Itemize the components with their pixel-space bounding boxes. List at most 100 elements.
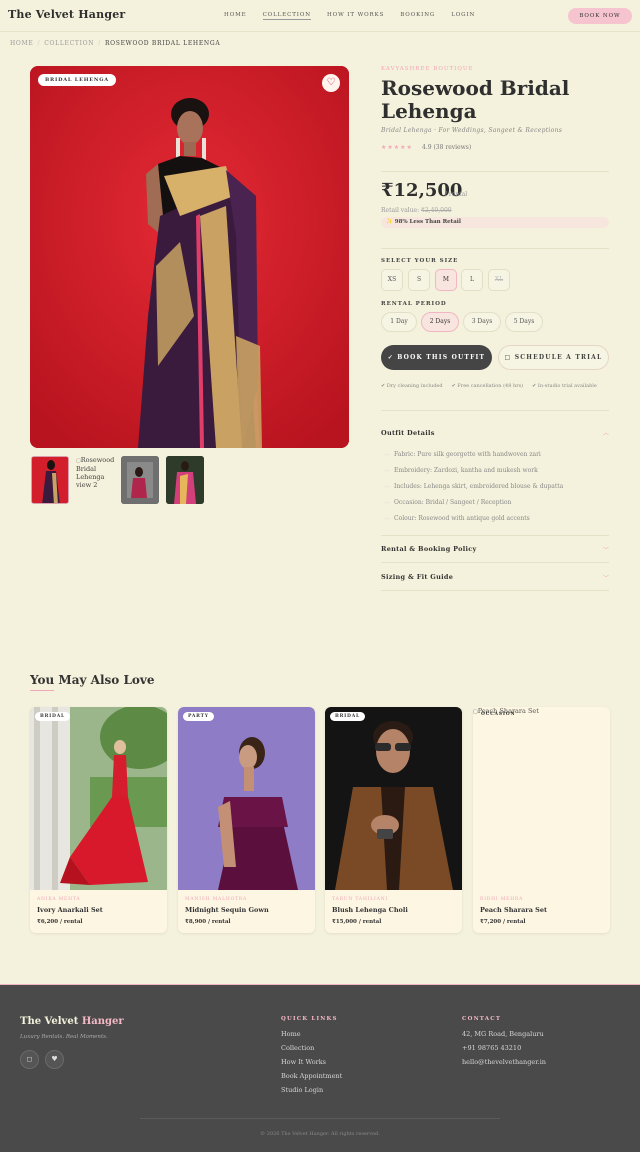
purple-gown-image bbox=[178, 707, 315, 890]
product-card[interactable]: BRIDAL ANIKA MEHTA Ivory Anarkali Set ₹6… bbox=[30, 707, 167, 933]
main-nav: HOME COLLECTION HOW IT WORKS BOOKING LOG… bbox=[224, 12, 491, 20]
accordion-sizing-guide[interactable]: Sizing & Fit Guide bbox=[381, 573, 453, 581]
card-price: ₹6,200 / rental bbox=[37, 919, 83, 925]
size-label: SELECT YOUR SIZE bbox=[381, 258, 459, 264]
breadcrumb-current: ROSEWOOD BRIDAL LEHENGA bbox=[104, 40, 221, 47]
designer-name: KAVYASHREE BOUTIQUE bbox=[381, 66, 474, 72]
rating-text[interactable]: 4.9 (38 reviews) bbox=[422, 144, 471, 151]
breadcrumb: HOME / COLLECTION / ROSEWOOD BRIDAL LEHENGA bbox=[10, 40, 221, 47]
size-option-m[interactable]: M bbox=[435, 269, 457, 291]
card-price: ₹8,900 / rental bbox=[185, 919, 231, 925]
divider bbox=[381, 562, 609, 563]
card-image bbox=[30, 707, 167, 890]
size-option-xl: XL bbox=[488, 269, 510, 291]
wishlist-heart-icon[interactable]: ♡ bbox=[322, 74, 340, 92]
heart-icon[interactable]: ♥ bbox=[45, 1050, 64, 1069]
nav-how-it-works[interactable]: HOW IT WORKS bbox=[327, 12, 384, 20]
thumbnail-image-icon bbox=[121, 456, 159, 504]
footer-link-collection[interactable]: Collection bbox=[281, 1044, 314, 1052]
detail-includes: Includes: Lehenga skirt, embroidered blo… bbox=[384, 483, 563, 490]
period-2-days[interactable]: 2 Days bbox=[421, 312, 459, 332]
contact-phone[interactable]: +91 98765 43210 bbox=[462, 1044, 521, 1052]
site-footer bbox=[0, 984, 640, 1152]
detail-fabric: Fabric: Pure silk georgette with handwov… bbox=[384, 451, 541, 458]
divider bbox=[381, 410, 609, 411]
size-option-l[interactable]: L bbox=[461, 269, 483, 291]
card-designer: TARUN TAHILIANI bbox=[332, 897, 388, 902]
period-label: RENTAL PERIOD bbox=[381, 301, 447, 307]
divider bbox=[381, 535, 609, 536]
card-name[interactable]: Midnight Sequin Gown bbox=[185, 906, 269, 914]
divider bbox=[381, 248, 609, 249]
card-badge: OCCASION bbox=[481, 712, 516, 717]
detail-occasion: Occasion: Bridal / Sangeet / Reception bbox=[384, 499, 511, 506]
nav-booking[interactable]: BOOKING bbox=[400, 12, 435, 20]
nav-login[interactable]: LOGIN bbox=[451, 12, 475, 20]
perk-trial: ✔ In-studio trial available bbox=[532, 383, 597, 389]
breadcrumb-home[interactable]: HOME bbox=[10, 40, 33, 47]
product-title: Rosewood Bridal Lehenga bbox=[381, 76, 570, 123]
site-header: The Velvet Hanger HOME COLLECTION HOW IT… bbox=[0, 0, 640, 32]
footer-divider bbox=[140, 1118, 500, 1119]
instagram-icon[interactable]: ◻ bbox=[20, 1050, 39, 1069]
footer-link-home[interactable]: Home bbox=[281, 1030, 301, 1038]
thumbnail-image-icon bbox=[166, 456, 204, 504]
thumbnail-3[interactable] bbox=[121, 456, 159, 504]
period-3-days[interactable]: 3 Days bbox=[463, 312, 501, 332]
detail-embroidery: Embroidery: Zardozi, kantha and mukesh w… bbox=[384, 467, 538, 474]
card-name[interactable]: Blush Lehenga Choli bbox=[332, 906, 408, 914]
thumbnail-2-alt: Rosewood Bridal Lehenga view 2 bbox=[76, 456, 115, 489]
price-unit: / rental bbox=[445, 191, 468, 198]
card-name[interactable]: Ivory Anarkali Set bbox=[37, 906, 103, 914]
perk-free-cancellation: ✔ Free cancellation (48 hrs) bbox=[451, 383, 524, 389]
card-designer: RIDHI MEHRA bbox=[480, 897, 524, 902]
accordion-outfit-details[interactable]: Outfit Details bbox=[381, 429, 435, 437]
accordion-rental-policy[interactable]: Rental & Booking Policy bbox=[381, 545, 477, 553]
thumbnail-2-broken[interactable]: ▢Rosewood Bridal Lehenga view 2 bbox=[76, 456, 118, 489]
copyright: © 2026 The Velvet Hanger. All rights res… bbox=[260, 1131, 380, 1137]
site-logo[interactable]: The Velvet Hanger bbox=[8, 8, 125, 21]
period-5-days[interactable]: 5 Days bbox=[505, 312, 543, 332]
contact-email[interactable]: hello@thevelvethanger.in bbox=[462, 1058, 546, 1066]
thumbnail-image-icon bbox=[32, 457, 68, 503]
perk-dry-cleaning: ✔ Dry cleaning included bbox=[381, 383, 443, 389]
chevron-up-icon[interactable]: ︿ bbox=[603, 428, 609, 437]
card-image bbox=[178, 707, 315, 890]
book-now-button[interactable]: BOOK NOW bbox=[568, 8, 632, 24]
product-card[interactable]: PARTY MANISH MALHOTRA Midnight Sequin Go… bbox=[178, 707, 315, 933]
model-in-saree-image bbox=[30, 66, 349, 448]
product-card[interactable]: ▢Peach Sharara Set OCCASION RIDHI MEHRA … bbox=[473, 707, 610, 933]
card-price: ₹7,200 / rental bbox=[480, 919, 526, 925]
footer-link-how-it-works[interactable]: How It Works bbox=[281, 1058, 326, 1066]
product-main-image[interactable]: BRIDAL LEHENGA ♡ bbox=[30, 66, 349, 448]
schedule-trial-button[interactable]: □ SCHEDULE A TRIAL bbox=[498, 345, 609, 370]
thumbnail-1[interactable] bbox=[31, 456, 69, 504]
thumbnail-4[interactable] bbox=[166, 456, 204, 504]
product-subtitle: Bridal Lehenga · For Weddings, Sangeet &… bbox=[381, 127, 563, 134]
card-name[interactable]: Peach Sharara Set bbox=[480, 906, 547, 914]
size-option-s[interactable]: S bbox=[408, 269, 430, 291]
product-card[interactable]: BRIDAL TARUN TAHILIANI Blush Lehenga Cho… bbox=[325, 707, 462, 933]
detail-colour: Colour: Rosewood with antique gold accen… bbox=[384, 515, 530, 522]
footer-link-studio-login[interactable]: Studio Login bbox=[281, 1086, 323, 1094]
card-badge: BRIDAL bbox=[330, 712, 366, 721]
contact-heading: CONTACT bbox=[462, 1016, 502, 1022]
chevron-down-icon[interactable]: ﹀ bbox=[603, 573, 609, 582]
period-1-day[interactable]: 1 Day bbox=[381, 312, 417, 332]
card-badge: BRIDAL bbox=[35, 712, 71, 721]
savings-badge: ✨ 98% Less Than Retail bbox=[381, 217, 609, 228]
breadcrumb-collection[interactable]: COLLECTION bbox=[44, 40, 94, 47]
card-image-broken: ▢Peach Sharara Set bbox=[473, 707, 610, 890]
card-image bbox=[325, 707, 462, 890]
footer-brand: The Velvet Hanger bbox=[20, 1016, 124, 1027]
footer-link-book-appointment[interactable]: Book Appointment bbox=[281, 1072, 342, 1080]
chevron-down-icon[interactable]: ﹀ bbox=[603, 545, 609, 554]
nav-home[interactable]: HOME bbox=[224, 12, 247, 20]
book-outfit-button[interactable]: ✓ BOOK THIS OUTFIT bbox=[381, 345, 492, 370]
size-option-xs[interactable]: XS bbox=[381, 269, 403, 291]
retail-value: Retail value: ₹2,40,000 bbox=[381, 207, 452, 214]
card-designer: MANISH MALHOTRA bbox=[185, 897, 248, 902]
divider bbox=[381, 171, 609, 172]
quick-links-heading: QUICK LINKS bbox=[281, 1016, 338, 1022]
nav-collection[interactable]: COLLECTION bbox=[262, 12, 311, 20]
